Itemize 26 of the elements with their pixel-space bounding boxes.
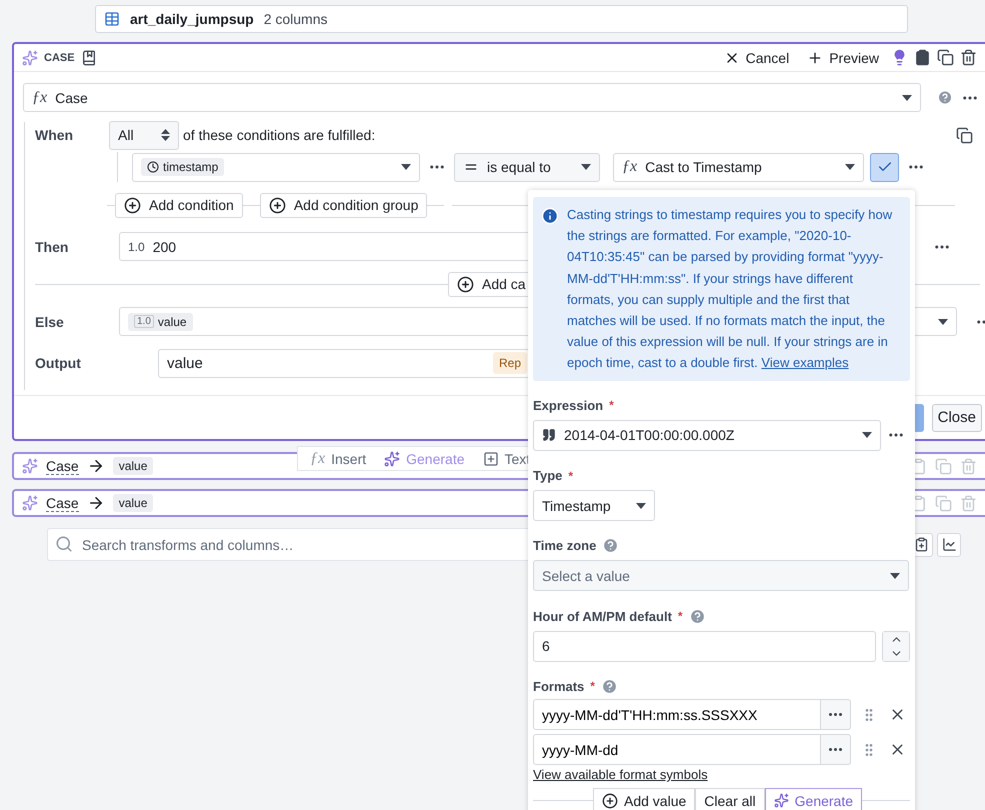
field-label: Type xyxy=(533,468,562,484)
info-text: Casting strings to timestamp requires you to specify how the strings are formatted. For example, "2020-10-04T10:35:45" can be parsed by providing format "yyyy-MM-dd'T'HH:mm:ss". If your strings have different formats, you can supply multiple and the first that matches will be used. If no formats match the input, the value of this expression will be null. If your strings are in epoch time, cast to a double first. View examples xyxy=(567,206,894,372)
function-icon: ƒx xyxy=(622,158,638,176)
output-chip: value xyxy=(112,457,154,475)
output-chip: value xyxy=(112,494,154,512)
dataset-name: art_daily_jumpsup xyxy=(130,11,254,27)
else-label: Else xyxy=(35,314,65,330)
required-mark: * xyxy=(609,398,614,412)
field-label: Expression xyxy=(533,398,604,413)
card-type: CASE xyxy=(44,52,75,64)
required-mark: * xyxy=(678,609,683,624)
field-label: Hour of AM/PM default xyxy=(533,608,672,624)
then-label: Then xyxy=(35,238,70,254)
function-icon: ƒx xyxy=(310,450,326,468)
required-mark: * xyxy=(590,679,595,694)
replace-badge: Rep xyxy=(492,352,527,374)
when-label: When xyxy=(35,127,74,143)
field-label: Formats xyxy=(533,678,584,694)
case-label: Case xyxy=(46,458,79,474)
function-icon: ƒx xyxy=(32,88,48,106)
column-count: 2 columns xyxy=(264,11,328,27)
condition-text: of these conditions are fulfilled: xyxy=(183,127,376,143)
field-label: Time zone xyxy=(533,538,596,554)
case-label: Case xyxy=(46,494,79,512)
output-label: Output xyxy=(35,355,82,371)
required-mark: * xyxy=(568,468,574,483)
